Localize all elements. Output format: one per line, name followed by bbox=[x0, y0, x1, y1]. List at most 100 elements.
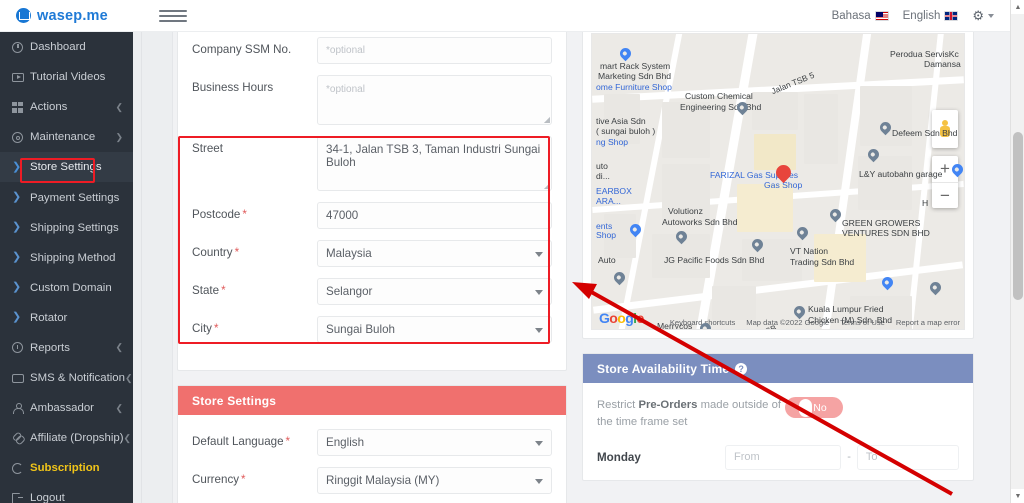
map-place-label: Shop bbox=[596, 230, 617, 240]
monday-to-input[interactable]: To bbox=[856, 444, 959, 470]
language-english-button[interactable]: English bbox=[903, 10, 959, 22]
select-default-language[interactable]: English bbox=[317, 429, 552, 456]
sidebar-item-label: Custom Domain bbox=[30, 281, 112, 294]
left-column: Company SSM No. *optional Business Hours *o… bbox=[177, 32, 567, 503]
google-map[interactable]: + − Google Keyboard shortcuts Map data ©2… bbox=[591, 33, 965, 330]
settings-menu-button[interactable]: ⚙ bbox=[972, 8, 994, 24]
sidebar-item-actions[interactable]: Actions ❮ bbox=[0, 92, 133, 122]
input-postcode[interactable]: 47000 bbox=[317, 202, 552, 229]
language-bahasa-label: Bahasa bbox=[831, 9, 871, 22]
sidebar-item-tutorial-videos[interactable]: Tutorial Videos bbox=[0, 62, 133, 92]
header-right-group: Bahasa English ⚙ bbox=[832, 8, 1010, 24]
field-control-city: Sungai Buloh bbox=[317, 316, 552, 343]
field-row-street: Street 34-1, Jalan TSB 3, Taman Industri … bbox=[192, 136, 552, 191]
select-city[interactable]: Sungai Buloh bbox=[317, 316, 552, 343]
map-place-pin-icon[interactable] bbox=[627, 221, 644, 239]
sidebar-item-ambassador[interactable]: Ambassador ❮ bbox=[0, 393, 133, 423]
field-control-business-hours: *optional ◢ bbox=[317, 75, 552, 125]
map-place-label: Autoworks Sdn Bhd bbox=[662, 217, 738, 227]
scrollbar-thumb[interactable] bbox=[1013, 132, 1023, 300]
monday-from-input[interactable]: From bbox=[725, 444, 842, 470]
sidebar-item-rotator[interactable]: ❯ Rotator bbox=[0, 303, 133, 333]
store-settings-panel-title: Store Settings bbox=[192, 393, 277, 408]
scrollbar-up-arrow[interactable]: ▲ bbox=[1011, 0, 1024, 14]
brand-logo[interactable]: wasep.me bbox=[0, 0, 145, 32]
sidebar-item-logout[interactable]: Logout bbox=[0, 483, 133, 503]
select-state[interactable]: Selangor bbox=[317, 278, 552, 305]
map-place-pin-icon[interactable] bbox=[673, 228, 690, 246]
sidebar-item-affiliate-dropship[interactable]: Affiliate (Dropship) ❮ bbox=[0, 423, 133, 453]
sidebar-item-label: Affiliate (Dropship) bbox=[30, 432, 124, 445]
map-place-label: JG Pacific Foods Sdn Bhd bbox=[664, 255, 765, 265]
map-place-pin-icon[interactable] bbox=[734, 99, 751, 117]
map-place-pin-icon[interactable] bbox=[927, 279, 944, 297]
field-label-country: Country * bbox=[192, 246, 240, 259]
chevron-down-icon bbox=[535, 328, 543, 333]
input-company-ssm-no[interactable]: *optional bbox=[317, 37, 552, 64]
sidebar-item-label: SMS & Notification bbox=[30, 372, 125, 385]
sidebar-item-label: Logout bbox=[30, 492, 65, 503]
field-row-company-ssm-no: Company SSM No. *optional bbox=[192, 37, 552, 64]
user-icon bbox=[12, 402, 30, 415]
hamburger-icon[interactable] bbox=[159, 9, 187, 22]
select-country[interactable]: Malaysia bbox=[317, 240, 552, 267]
map-place-pin-icon[interactable] bbox=[949, 161, 964, 179]
map-place-pin-icon[interactable] bbox=[749, 236, 766, 254]
sidebar-item-shipping-method[interactable]: ❯ Shipping Method bbox=[0, 243, 133, 273]
map-place-pin-icon[interactable] bbox=[697, 320, 714, 329]
sidebar-item-custom-domain[interactable]: ❯ Custom Domain bbox=[0, 273, 133, 303]
sidebar-item-shipping-settings[interactable]: ❯ Shipping Settings bbox=[0, 213, 133, 243]
link-icon bbox=[12, 433, 30, 444]
time-range-dash: - bbox=[847, 451, 851, 464]
language-bahasa-button[interactable]: Bahasa bbox=[832, 10, 889, 22]
field-label-business-hours: Business Hours bbox=[192, 81, 274, 94]
map-place-pin-icon[interactable] bbox=[794, 224, 811, 242]
restrict-preorders-toggle[interactable]: No bbox=[785, 397, 843, 418]
chevron-icon: ❮ bbox=[115, 342, 123, 353]
sidebar-item-store-settings[interactable]: ❯ Store Settings bbox=[0, 152, 133, 183]
chevron-icon: ❯ bbox=[115, 131, 123, 142]
sidebar-item-reports[interactable]: Reports ❮ bbox=[0, 333, 133, 363]
map-place-label: Merrycos bbox=[657, 321, 693, 330]
chevron-icon: ❮ bbox=[115, 402, 123, 413]
page-scrollbar[interactable]: ▲ ▼ bbox=[1010, 0, 1024, 503]
map-location-marker-icon[interactable] bbox=[772, 161, 795, 186]
textarea-street[interactable]: 34-1, Jalan TSB 3, Taman Industri Sungai… bbox=[317, 136, 552, 191]
map-place-pin-icon[interactable] bbox=[877, 119, 894, 137]
scrollbar-down-arrow[interactable]: ▼ bbox=[1011, 489, 1024, 503]
map-place-pin-icon[interactable] bbox=[827, 206, 844, 224]
chat-icon bbox=[12, 373, 30, 383]
dashboard-icon bbox=[12, 41, 30, 53]
sidebar-item-maintenance[interactable]: Maintenance ❯ bbox=[0, 122, 133, 152]
chevron-right-icon: ❯ bbox=[12, 311, 22, 324]
field-label-company-ssm-no: Company SSM No. bbox=[192, 43, 292, 56]
chevron-down-icon bbox=[535, 479, 543, 484]
sidebar-item-payment-settings[interactable]: ❯ Payment Settings bbox=[0, 182, 133, 212]
resize-grip-icon[interactable]: ◢ bbox=[544, 181, 550, 190]
chevron-right-icon: ❯ bbox=[12, 251, 22, 264]
map-zoom-out-button[interactable]: − bbox=[932, 182, 958, 208]
map-place-pin-icon[interactable] bbox=[865, 146, 882, 164]
map-place-pin-icon[interactable] bbox=[879, 274, 896, 292]
map-place-pin-icon[interactable] bbox=[611, 269, 628, 287]
map-place-label: ng Shop bbox=[596, 137, 629, 147]
sidebar-item-subscription[interactable]: Subscription bbox=[0, 453, 133, 483]
restrict-preorders-row: Restrict Pre-Orders made outside of the … bbox=[597, 397, 959, 431]
map-attribution-link[interactable]: Report a map error bbox=[896, 318, 960, 327]
sidebar-item-dashboard[interactable]: Dashboard bbox=[0, 32, 133, 62]
map-place-label: Marketing Sdn Bhd bbox=[598, 71, 672, 81]
sidebar-item-sms-notification[interactable]: SMS & Notification ❮ bbox=[0, 363, 133, 393]
resize-grip-icon[interactable]: ◢ bbox=[544, 115, 550, 124]
question-mark-icon[interactable]: ? bbox=[735, 362, 748, 375]
field-control-country: Malaysia bbox=[317, 240, 552, 267]
malaysia-flag-icon bbox=[874, 10, 889, 21]
google-logo-letter: o bbox=[617, 310, 626, 326]
language-english-label: English bbox=[902, 9, 941, 22]
field-row-postcode: Postcode * 47000 bbox=[192, 202, 552, 229]
select-currency[interactable]: Ringgit Malaysia (MY) bbox=[317, 467, 552, 494]
map-place-pin-icon[interactable] bbox=[617, 45, 634, 63]
textarea-business-hours[interactable]: *optional bbox=[317, 75, 552, 125]
refresh-icon bbox=[12, 462, 30, 474]
map-place-pin-icon[interactable] bbox=[791, 303, 808, 321]
sidebar-item-label: Payment Settings bbox=[30, 191, 120, 204]
